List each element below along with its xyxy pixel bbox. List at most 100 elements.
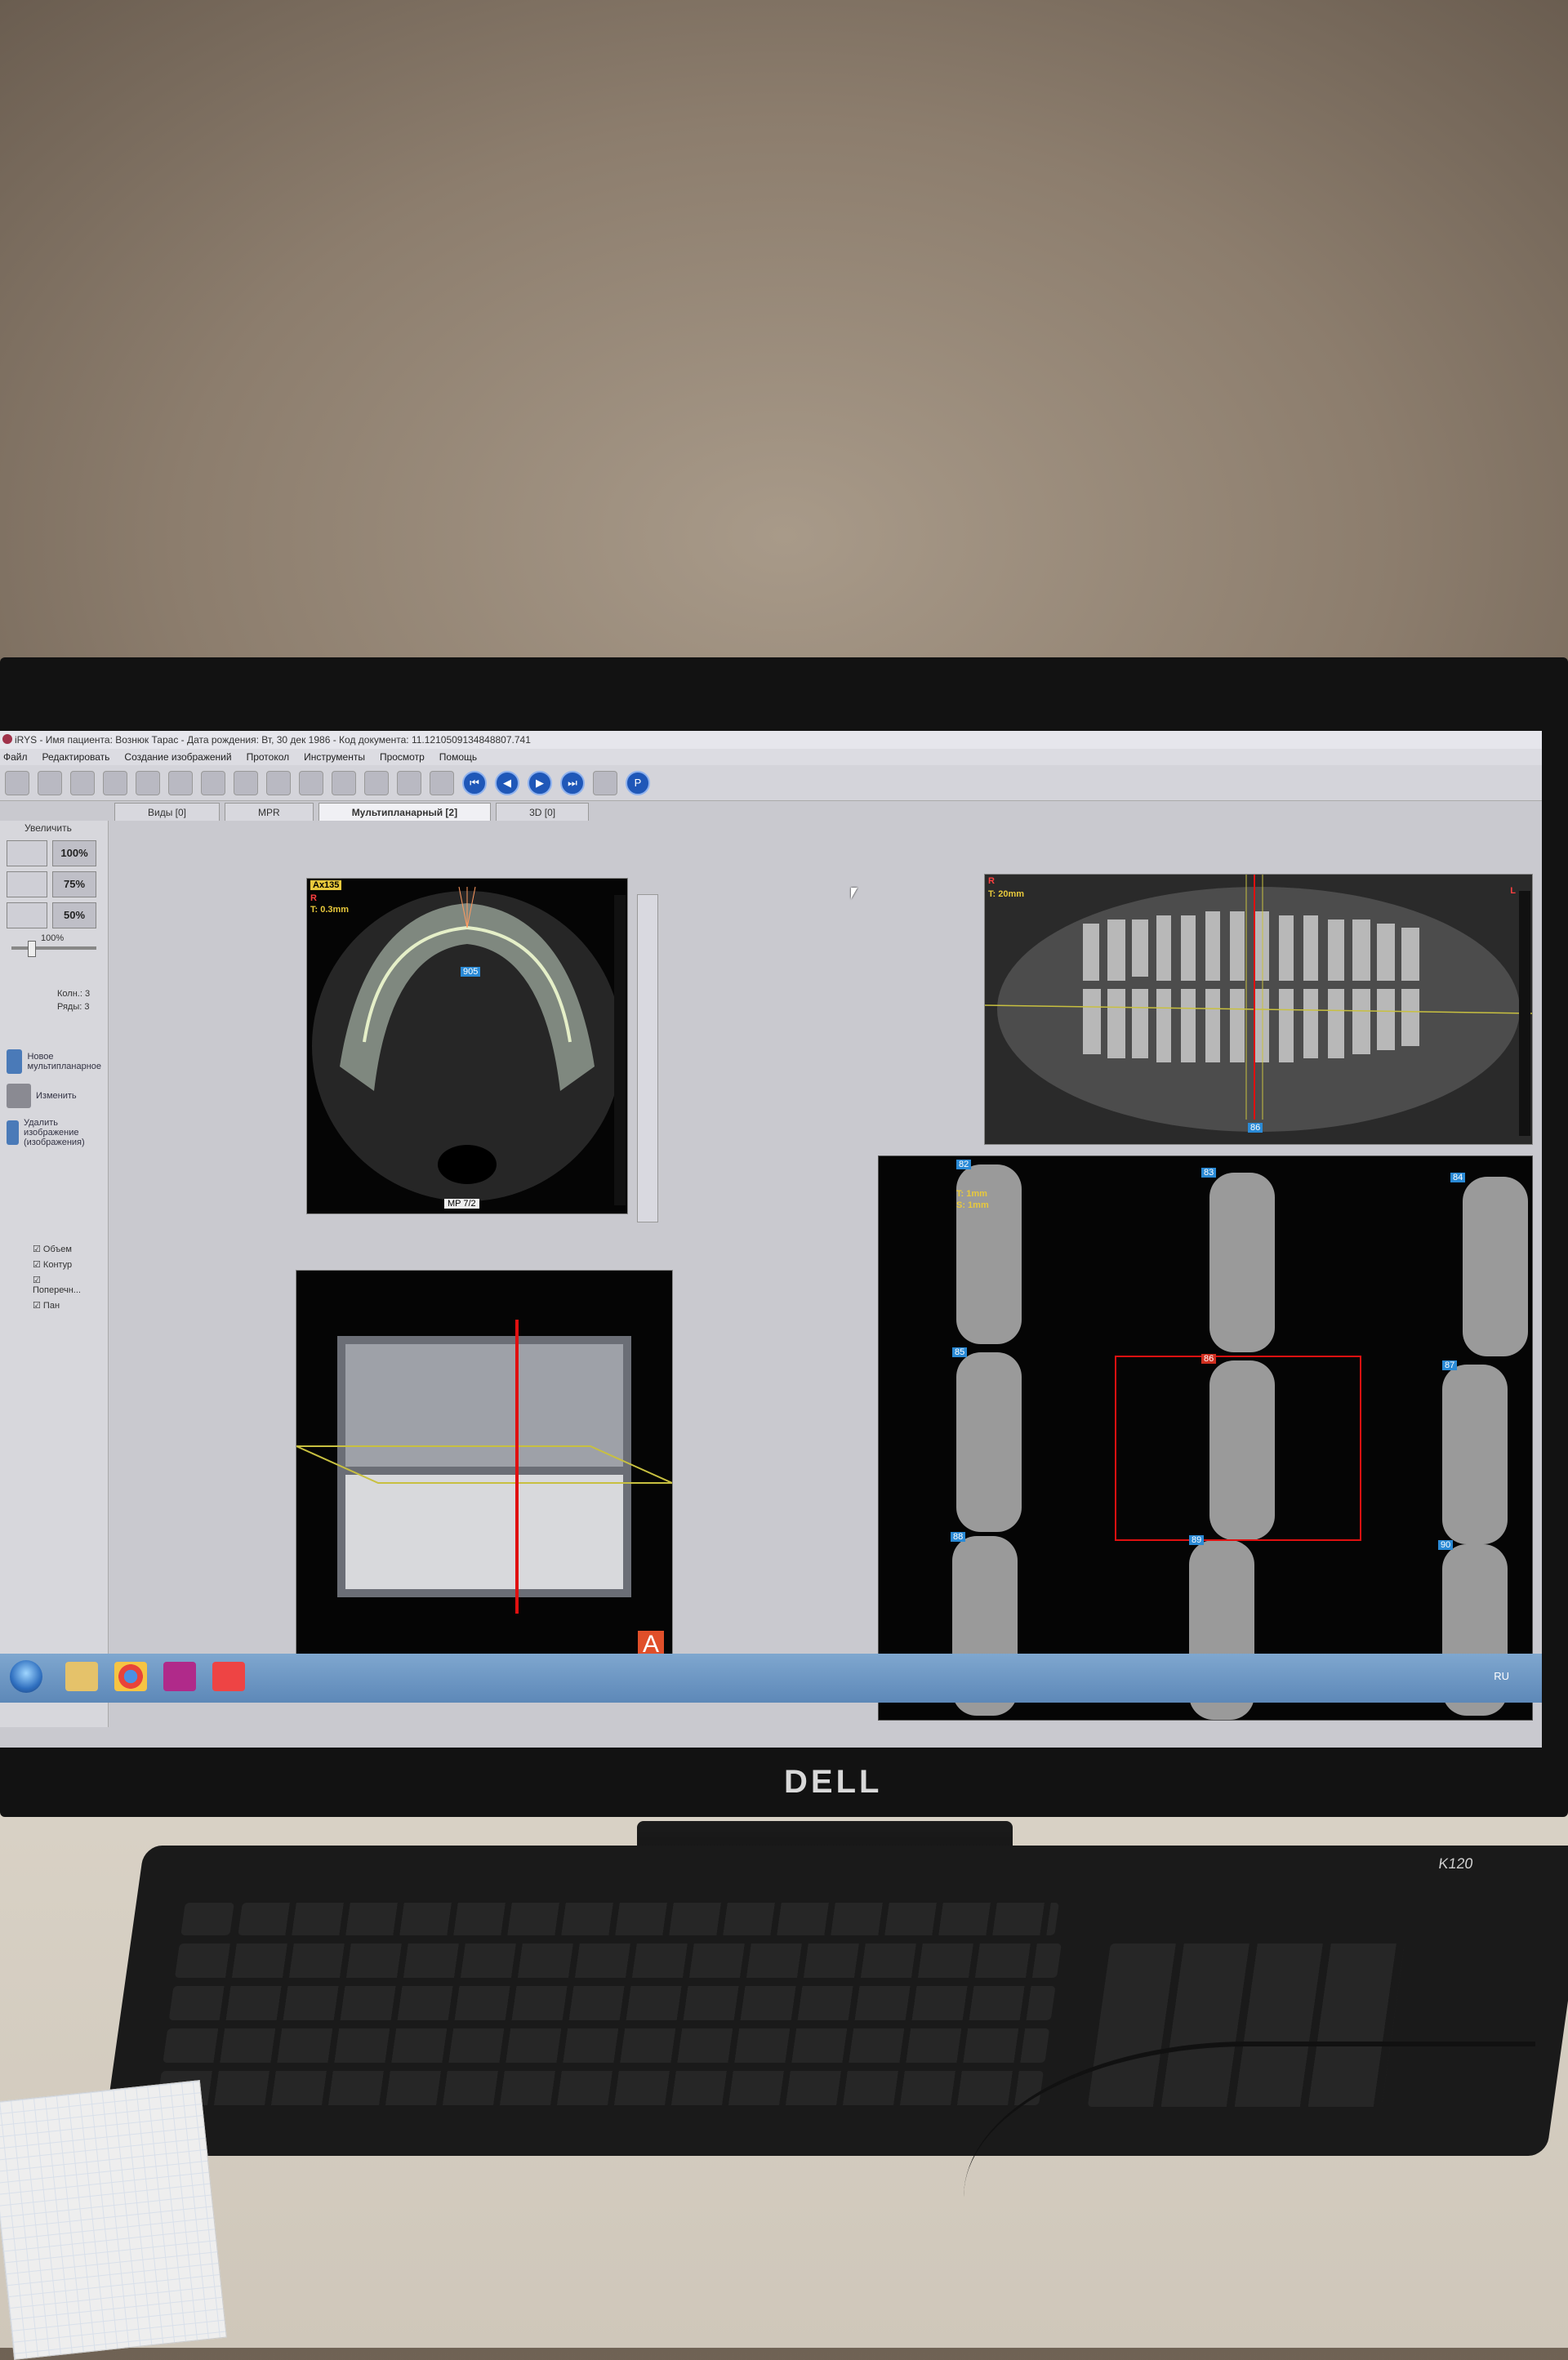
chrome-taskbar-icon[interactable]	[114, 1662, 147, 1691]
pen-icon[interactable]	[397, 770, 421, 795]
folder-icon[interactable]	[136, 770, 160, 795]
irys-taskbar-icon[interactable]	[212, 1662, 245, 1691]
delete-icon	[7, 1120, 19, 1145]
window-title: iRYS - Имя пациента: Вознюк Тарас - Дата…	[15, 734, 531, 746]
cross-thickness: T: 1mm	[956, 1189, 987, 1199]
cross-tag-90[interactable]: 90	[1438, 1540, 1454, 1550]
edit-label: Изменить	[36, 1091, 77, 1101]
axial-footer: MP 7/2	[444, 1199, 479, 1209]
notebook-paper	[0, 2080, 227, 2360]
main-toolbar: ⏮ ◀ ▶ ⏭ P	[0, 765, 1542, 801]
open-folder-icon[interactable]	[168, 770, 193, 795]
explorer-taskbar-icon[interactable]	[65, 1662, 98, 1691]
cross-tag-82[interactable]: 82	[956, 1160, 972, 1169]
cross-tag-85[interactable]: 85	[952, 1347, 968, 1357]
print-icon[interactable]	[234, 770, 258, 795]
new-multiplanar-button[interactable]: Новое мультипланарное	[7, 1049, 101, 1074]
language-indicator[interactable]: RU	[1494, 1670, 1509, 1682]
axial-thickness-label: T: 0.3mm	[310, 905, 350, 915]
zoom-large-icon[interactable]	[7, 840, 47, 866]
rows-label: Ряды: 3	[57, 1002, 90, 1012]
tab-mpr[interactable]: MPR	[225, 803, 314, 821]
panoramic-view[interactable]: R L T: 20mm 86	[984, 874, 1533, 1145]
play-icon[interactable]: ▶	[528, 770, 552, 795]
delete-image-button[interactable]: Удалить изображение (изображения)	[7, 1118, 101, 1147]
volume-3d-view[interactable]: A	[296, 1270, 673, 1668]
checkbox-contour[interactable]: Контур	[33, 1259, 75, 1270]
menu-view[interactable]: Просмотр	[380, 749, 425, 765]
page-icon[interactable]	[201, 770, 225, 795]
zoom-50-button[interactable]: 50%	[52, 902, 96, 928]
new-multiplanar-label: Новое мультипланарное	[27, 1052, 101, 1071]
cross-tag-88[interactable]: 88	[951, 1532, 966, 1542]
camera-icon[interactable]	[103, 770, 127, 795]
cross-tag-84[interactable]: 84	[1450, 1173, 1466, 1182]
volume-render	[296, 1320, 672, 1614]
eraser-icon[interactable]	[364, 770, 389, 795]
tab-multiplanar[interactable]: Мультипланарный [2]	[318, 803, 492, 821]
pano-side-right: L	[1510, 886, 1516, 896]
axial-view[interactable]: Ax135 R T: 0.3mm 905 MP 7/2	[306, 878, 628, 1214]
mouse-cursor-icon	[851, 888, 858, 899]
first-frame-icon[interactable]: ⏮	[462, 770, 487, 795]
brightness-icon[interactable]	[266, 770, 291, 795]
cross-tag-87[interactable]: 87	[1442, 1360, 1458, 1370]
keyboard-key-row	[157, 2071, 1044, 2105]
zoom-75-button[interactable]: 75%	[52, 871, 96, 897]
start-button-icon[interactable]	[10, 1660, 42, 1693]
checkbox-pan[interactable]: Пан	[33, 1300, 75, 1311]
wrench-icon	[7, 1084, 31, 1108]
axial-scrollbar[interactable]	[637, 894, 658, 1222]
zoom-100-button[interactable]: 100%	[52, 840, 96, 866]
curve-tool-icon[interactable]	[430, 770, 454, 795]
windows-taskbar: RU	[0, 1654, 1542, 1703]
image-stack-icon[interactable]	[70, 770, 95, 795]
view-tabs: Виды [0] MPR Мультипланарный [2] 3D [0]	[114, 803, 590, 821]
line-tool-icon[interactable]	[299, 770, 323, 795]
menu-file[interactable]: Файл	[3, 749, 28, 765]
cross-tag-89[interactable]: 89	[1189, 1535, 1205, 1545]
menu-edit[interactable]: Редактировать	[42, 749, 110, 765]
keyboard-cable	[964, 2042, 1535, 2353]
tab-views[interactable]: Виды [0]	[114, 803, 220, 821]
keyboard-key-row	[163, 2028, 1050, 2063]
new-layout-icon	[7, 1049, 23, 1074]
zoom-slider-thumb[interactable]	[28, 941, 36, 957]
checkbox-cross[interactable]: Поперечн...	[33, 1275, 81, 1295]
camera-app-taskbar-icon[interactable]	[163, 1662, 196, 1691]
magnifier-icon[interactable]	[332, 770, 356, 795]
application-screen: iRYS - Имя пациента: Вознюк Тарас - Дата…	[0, 731, 1542, 1748]
menu-tools[interactable]: Инструменты	[304, 749, 365, 765]
left-tool-panel: Увеличить 100% 75% 50% 100% Колн.: 3 Ряд…	[0, 821, 109, 1727]
edit-button[interactable]: Изменить	[7, 1084, 101, 1108]
keyboard-model-label: K120	[1437, 1855, 1475, 1872]
pano-side-left: R	[988, 876, 995, 886]
zoom-slider[interactable]	[11, 941, 96, 957]
layout-icon[interactable]	[593, 770, 617, 795]
window-titlebar: iRYS - Имя пациента: Вознюк Тарас - Дата…	[0, 731, 1542, 749]
new-document-icon[interactable]	[5, 770, 29, 795]
last-frame-icon[interactable]: ⏭	[560, 770, 585, 795]
cross-section-grid: 82 T: 1mm S: 1mm 83 84 85 86 87 88 89 90	[878, 1156, 1533, 1721]
gear-icon[interactable]	[7, 902, 47, 928]
menu-bar: Файл Редактировать Создание изображений …	[0, 749, 1542, 765]
axial-slice-tag: Ax135	[310, 880, 342, 890]
zoom-header: Увеличить	[24, 822, 72, 834]
keyboard-key-row	[168, 1986, 1056, 2020]
cross-tag-86[interactable]: 86	[1201, 1354, 1217, 1364]
wall-background	[0, 0, 1568, 670]
menu-protocol[interactable]: Протокол	[247, 749, 290, 765]
cross-spacing: S: 1mm	[956, 1200, 989, 1210]
previous-frame-icon[interactable]: ◀	[495, 770, 519, 795]
menu-help[interactable]: Помощь	[439, 749, 477, 765]
protocol-icon[interactable]: P	[626, 770, 650, 795]
zoom-medium-icon[interactable]	[7, 871, 47, 897]
menu-imaging[interactable]: Создание изображений	[124, 749, 231, 765]
checkbox-volume[interactable]: Объем	[33, 1244, 75, 1254]
zoom-slider-value: 100%	[41, 933, 65, 943]
panoramic-image	[985, 875, 1532, 1144]
tab-3d[interactable]: 3D [0]	[496, 803, 590, 821]
cross-tag-83[interactable]: 83	[1201, 1168, 1217, 1178]
open-document-icon[interactable]	[38, 770, 62, 795]
axial-marker: 905	[461, 967, 481, 977]
